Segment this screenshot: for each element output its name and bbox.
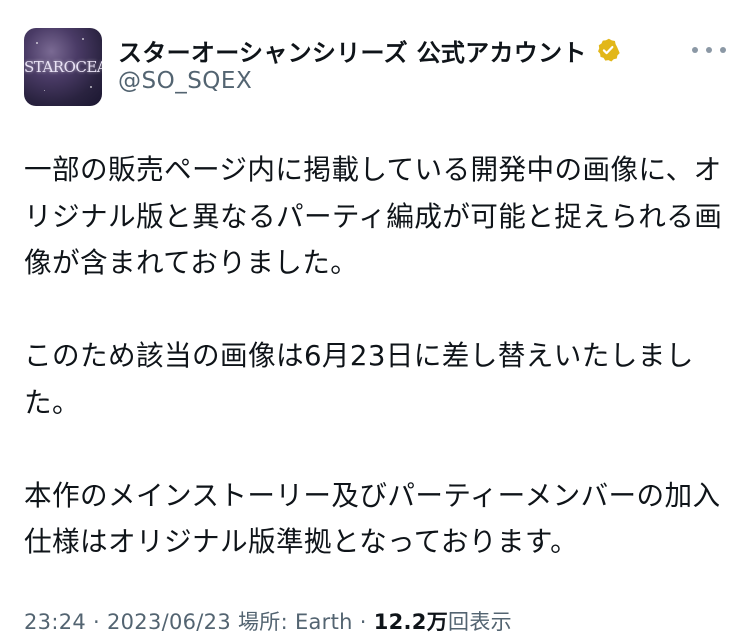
tweet-paragraph-spacer	[24, 426, 734, 473]
avatar[interactable]: STAROCEAN	[24, 28, 102, 106]
avatar-logo: STAROCEAN	[24, 58, 102, 76]
avatar-sparkle	[36, 42, 38, 44]
more-dot	[720, 47, 726, 53]
more-dot	[692, 47, 698, 53]
tweet-date[interactable]: 2023/06/23	[107, 610, 231, 634]
tweet-paragraph-spacer	[24, 287, 734, 334]
more-horizontal-icon[interactable]	[692, 38, 726, 62]
tweet-time[interactable]: 23:24	[24, 610, 86, 634]
avatar-sparkle	[44, 90, 45, 91]
views-label: 回表示	[448, 610, 512, 634]
avatar-sparkle	[82, 38, 84, 40]
name-row: スターオーシャンシリーズ 公式アカウント	[118, 33, 621, 67]
meta-separator: ·	[352, 610, 374, 634]
verified-badge-icon[interactable]	[595, 37, 621, 63]
tweet-paragraph: 本作のメインストーリー及びパーティーメンバーの加入仕様はオリジナル版準拠となって…	[24, 478, 721, 559]
avatar-sparkle	[90, 86, 92, 88]
display-name[interactable]: スターオーシャンシリーズ 公式アカウント	[118, 33, 587, 68]
tweet-paragraph: 一部の販売ページ内に掲載している開発中の画像に、オリジナル版と異なるパーティ編成…	[24, 153, 723, 279]
handle[interactable]: @SO_SQEX	[118, 68, 252, 94]
tweet-meta: 23:24 · 2023/06/23 場所: Earth · 12.2万回表示	[24, 606, 512, 636]
tweet-text: 一部の販売ページ内に掲載している開発中の画像に、オリジナル版と異なるパーティ編成…	[24, 147, 734, 566]
tweet: STAROCEAN スターオーシャンシリーズ 公式アカウント @SO_SQEX …	[0, 0, 750, 640]
tweet-paragraph: このため該当の画像は6月23日に差し替えいたしました。	[24, 339, 694, 419]
more-dot	[706, 47, 712, 53]
meta-separator: ·	[86, 610, 107, 634]
views-count[interactable]: 12.2万	[374, 610, 448, 634]
tweet-location: 場所: Earth	[231, 610, 353, 634]
